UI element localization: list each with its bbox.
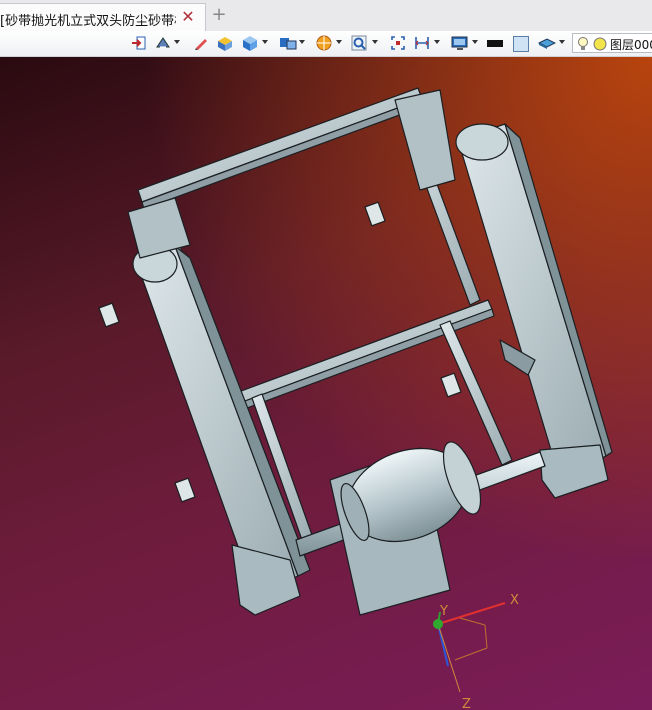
fit-view-icon[interactable] bbox=[390, 35, 406, 51]
cube-view-icon[interactable] bbox=[241, 35, 259, 51]
zoom-icon[interactable] bbox=[351, 35, 369, 51]
layer-selector[interactable]: 图层000 bbox=[572, 33, 652, 53]
machine-model: X Y Z bbox=[98, 87, 613, 710]
close-tab-icon[interactable]: ✕ bbox=[181, 8, 195, 26]
chevron-down-icon[interactable] bbox=[434, 40, 440, 44]
chevron-down-icon[interactable] bbox=[262, 40, 268, 44]
view-toolbar: 图层000 bbox=[0, 31, 652, 57]
exit-view-icon[interactable] bbox=[131, 35, 147, 51]
right-arm-top-pulley bbox=[455, 123, 509, 161]
axis-origin bbox=[433, 619, 443, 629]
chevron-down-icon[interactable] bbox=[472, 40, 478, 44]
mount-tab bbox=[364, 201, 386, 227]
axis-z-label: Z bbox=[462, 697, 471, 710]
mount-tab bbox=[174, 477, 196, 503]
mount-tab bbox=[440, 372, 462, 398]
measure-icon[interactable] bbox=[414, 35, 432, 51]
chevron-down-icon[interactable] bbox=[372, 40, 378, 44]
bracket-top-right bbox=[394, 89, 456, 191]
top-frame-bar bbox=[137, 87, 423, 203]
chevron-down-icon[interactable] bbox=[559, 40, 565, 44]
display-mode-icon[interactable] bbox=[279, 35, 297, 51]
box-shaded-icon[interactable] bbox=[216, 35, 234, 51]
lightbulb-icon[interactable] bbox=[577, 36, 589, 51]
tab-title: [砂带抛光机立式双头防尘砂带机] bbox=[0, 14, 176, 29]
pencil-icon[interactable] bbox=[193, 35, 209, 51]
chevron-down-icon[interactable] bbox=[299, 40, 305, 44]
layer-name: 图层000 bbox=[610, 38, 652, 52]
plane-icon[interactable] bbox=[538, 35, 556, 51]
new-tab-icon[interactable]: + bbox=[210, 6, 228, 24]
color-black-swatch[interactable] bbox=[487, 40, 503, 47]
axis-x-label: X bbox=[510, 593, 519, 608]
chevron-down-icon[interactable] bbox=[336, 40, 342, 44]
chevron-down-icon[interactable] bbox=[174, 40, 180, 44]
axis-y-label: Y bbox=[439, 604, 448, 619]
document-tab[interactable]: [砂带抛光机立式双头防尘砂带机] ✕ bbox=[0, 3, 206, 31]
view-styles-icon[interactable] bbox=[155, 35, 171, 51]
left-belt-arm bbox=[134, 245, 299, 595]
3d-viewport[interactable]: X Y Z bbox=[0, 57, 652, 710]
screen-settings-icon[interactable] bbox=[451, 35, 469, 51]
mount-tab bbox=[98, 302, 120, 328]
color-light-swatch[interactable] bbox=[513, 36, 529, 52]
right-base-foot bbox=[539, 444, 609, 499]
render-style-icon[interactable] bbox=[315, 35, 333, 51]
tab-bar: [砂带抛光机立式双头防尘砂带机] ✕ + bbox=[0, 0, 652, 32]
layer-color-icon bbox=[593, 37, 607, 51]
